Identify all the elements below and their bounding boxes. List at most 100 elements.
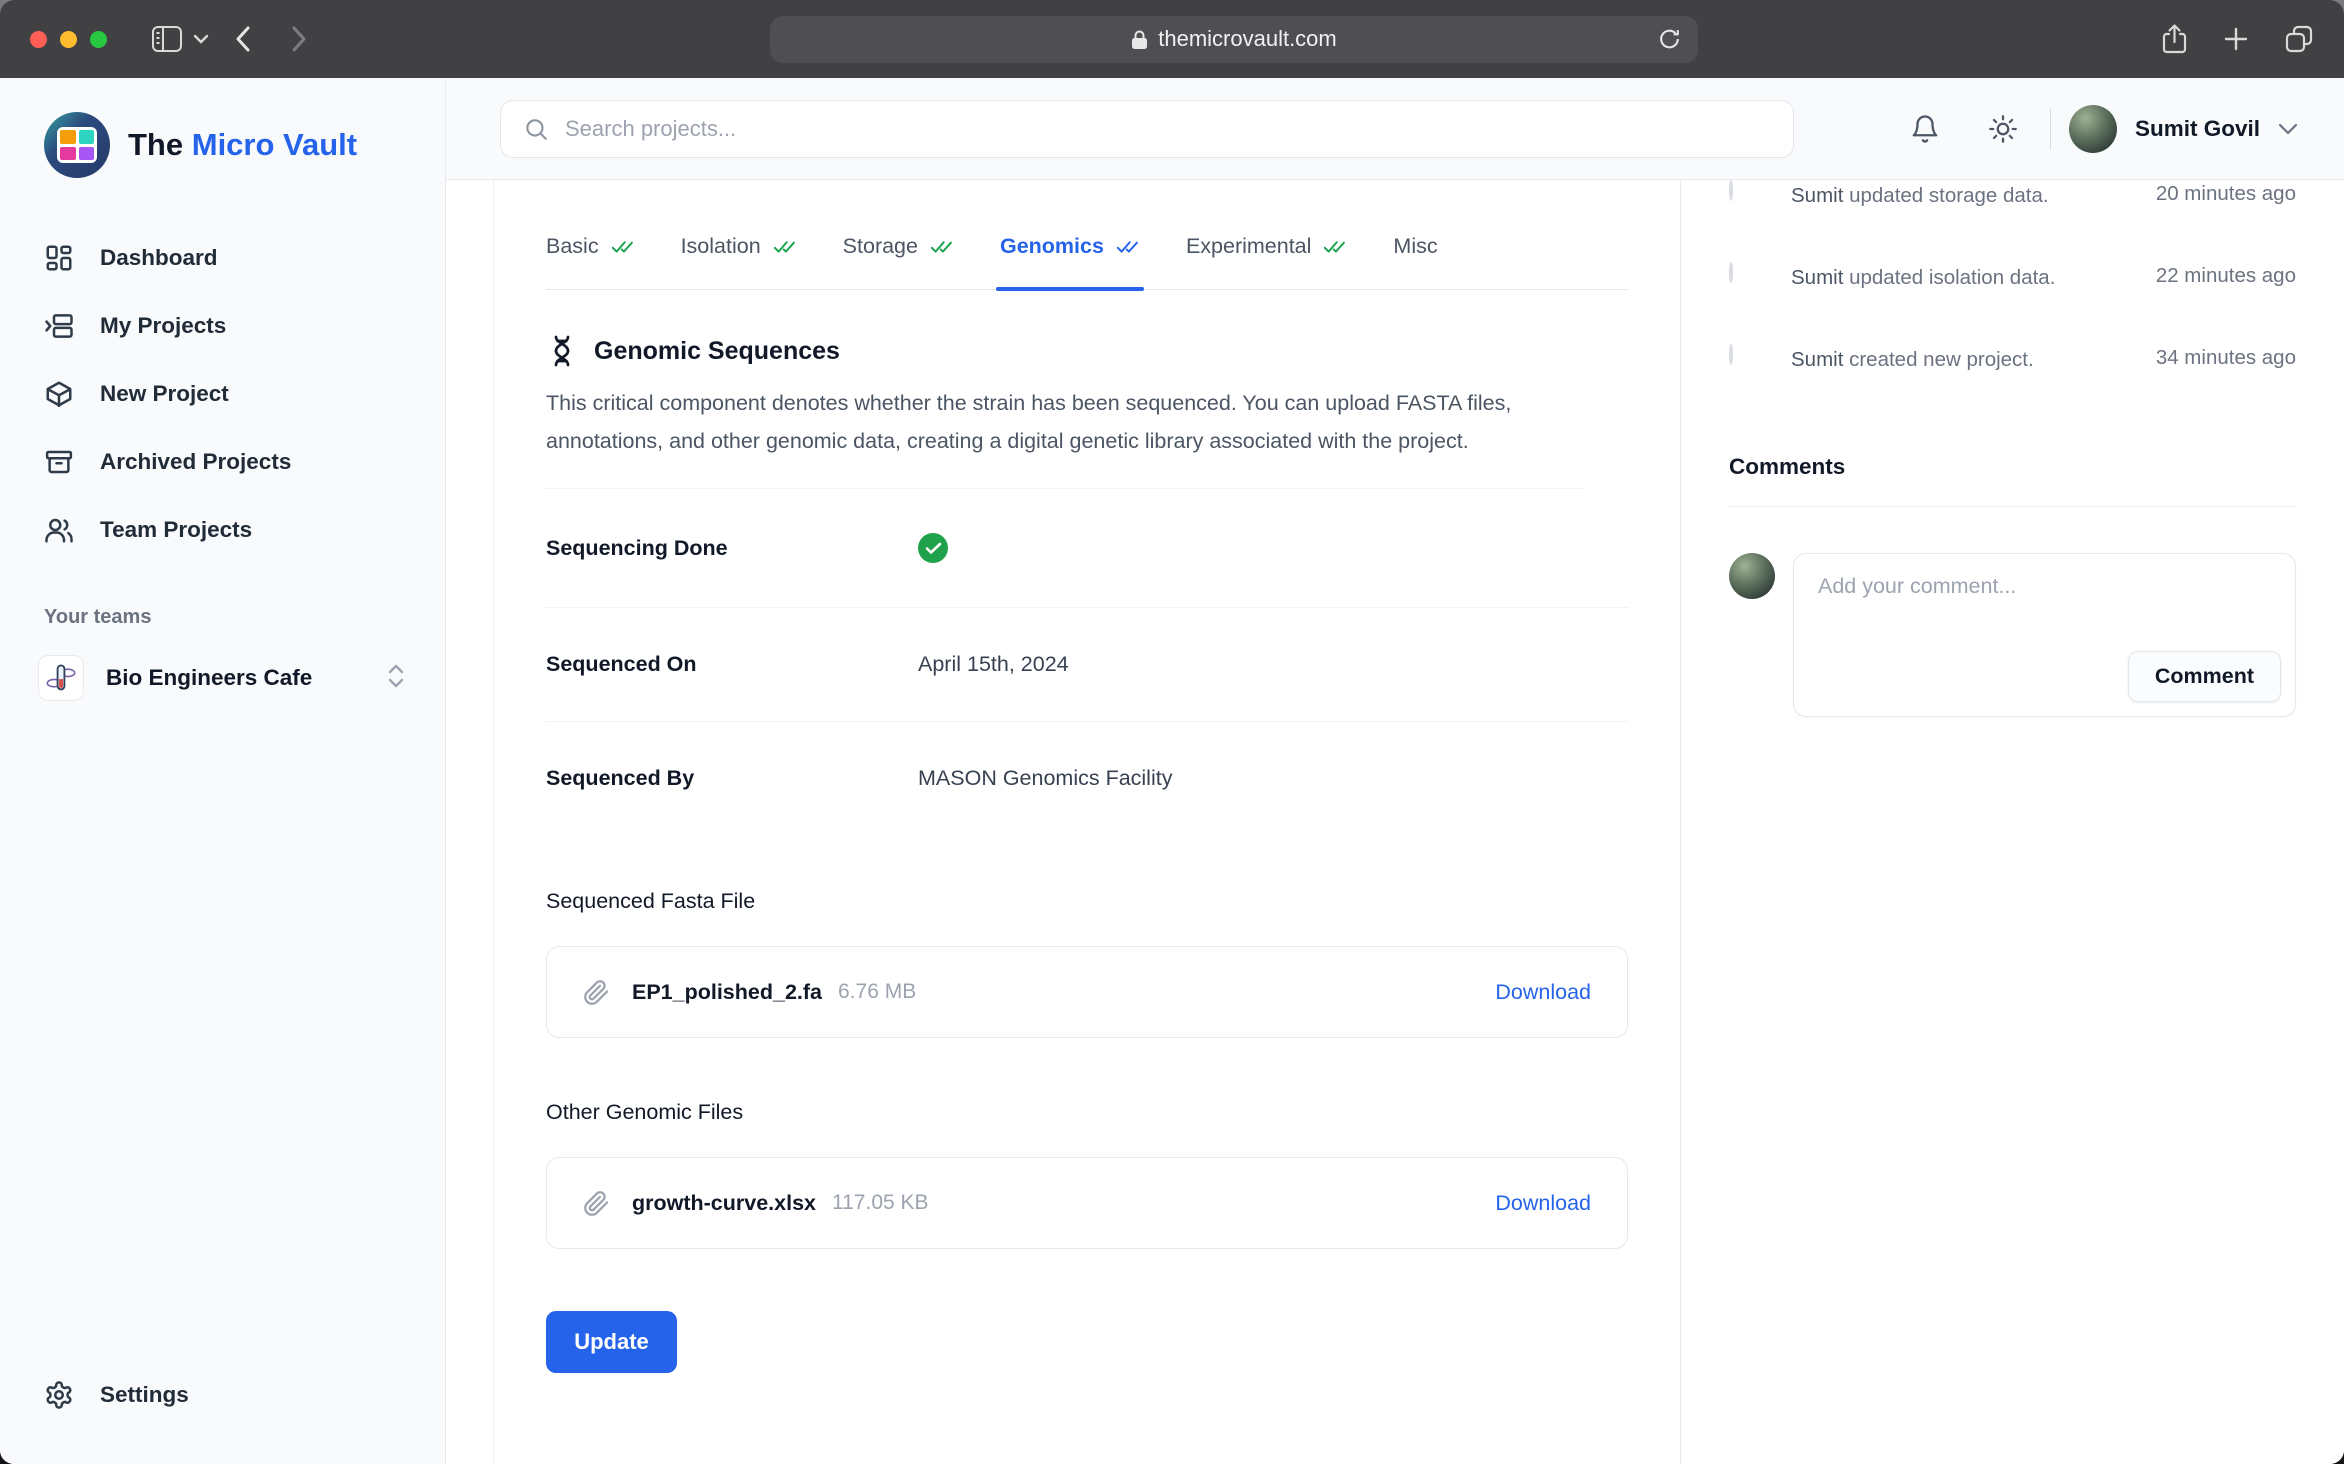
field-sequenced-by: Sequenced By MASON Genomics Facility (546, 722, 1628, 835)
tab-basic[interactable]: Basic (546, 234, 635, 289)
sidebar-item-label: Dashboard (100, 245, 218, 270)
paperclip-icon (584, 979, 609, 1005)
sidebar-item-label: Archived Projects (100, 449, 292, 474)
sidebar: The Micro Vault Dashboard My Projects Ne… (0, 78, 446, 1464)
sidebar-item-dashboard[interactable]: Dashboard (0, 224, 445, 292)
dna-icon (554, 335, 570, 367)
main-content: Basic Isolation Storage Genomics Experim… (446, 180, 1680, 1464)
zoom-window-button[interactable] (90, 30, 107, 48)
app-header: Sumit Govil (446, 78, 2344, 180)
file-name: EP1_polished_2.fa (632, 979, 822, 1004)
tab-overview-icon[interactable] (2284, 24, 2314, 54)
commenter-avatar (1729, 553, 1775, 599)
tab-experimental[interactable]: Experimental (1186, 234, 1347, 289)
theme-toggle-sun-icon[interactable] (1964, 114, 2042, 144)
user-menu[interactable]: Sumit Govil (2068, 104, 2298, 153)
team-selector[interactable]: Bio Engineers Cafe (38, 655, 407, 701)
new-tab-icon[interactable] (2222, 25, 2250, 53)
check-circle-icon (918, 533, 948, 563)
share-icon[interactable] (2161, 23, 2188, 55)
activity-time: 34 minutes ago (2155, 346, 2296, 369)
activity-item: Sumit created new project. 34 minutes ag… (1729, 336, 2296, 418)
comment-box: Comment (1793, 553, 2296, 717)
team-switch-icon[interactable] (385, 661, 407, 696)
activity-time: 22 minutes ago (2155, 264, 2296, 287)
file-size: 6.76 MB (838, 980, 917, 1003)
double-check-icon (773, 241, 795, 253)
field-label: Sequencing Done (546, 535, 728, 560)
forward-button[interactable] (291, 26, 307, 52)
section-description: This critical component denotes whether … (546, 384, 1586, 489)
file-size: 117.05 KB (832, 1191, 929, 1214)
field-sequencing-done: Sequencing Done (546, 489, 1628, 608)
sidebar-nav: Dashboard My Projects New Project Archiv… (0, 224, 445, 564)
user-name: Sumit Govil (2134, 115, 2260, 141)
activity-text: Sumit created new project. (1791, 348, 2034, 371)
team-avatar (38, 655, 84, 701)
timeline-dot-icon (1729, 180, 1733, 201)
double-check-icon (930, 241, 952, 253)
activity-text: Sumit updated storage data. (1791, 184, 2049, 207)
sidebar-item-new-project[interactable]: New Project (0, 360, 445, 428)
double-check-icon (611, 241, 633, 253)
teams-section-label: Your teams (44, 606, 152, 628)
comment-composer: Comment (1729, 553, 2296, 717)
search-input[interactable] (565, 115, 1771, 142)
close-window-button[interactable] (30, 30, 47, 48)
address-bar[interactable]: themicrovault.com (770, 15, 1698, 63)
download-link[interactable]: Download (1495, 980, 1591, 1005)
sidebar-item-archived-projects[interactable]: Archived Projects (0, 428, 445, 496)
notifications-bell-icon[interactable] (1886, 113, 1964, 145)
field-value: April 15th, 2024 (918, 652, 1069, 676)
timeline-dot-icon (1729, 262, 1733, 283)
tab-genomics[interactable]: Genomics (995, 234, 1144, 291)
section-title: Genomic Sequences (594, 336, 840, 365)
other-file-row: growth-curve.xlsx 117.05 KB Download (546, 1157, 1628, 1249)
tab-group-chevron-icon[interactable] (183, 34, 209, 44)
browser-window: themicrovault.com The Micro Vault Dashbo… (0, 0, 2344, 1464)
lock-icon (1132, 30, 1148, 49)
double-check-icon (1116, 241, 1138, 253)
gear-icon (46, 1381, 72, 1409)
search-bar[interactable] (500, 99, 1794, 158)
sidebar-item-label: New Project (100, 381, 229, 406)
field-sequenced-on: Sequenced On April 15th, 2024 (546, 608, 1628, 722)
my-projects-icon (45, 314, 73, 338)
team-name: Bio Engineers Cafe (106, 665, 313, 690)
activity-timeline: Sumit updated storage data. 20 minutes a… (1729, 180, 2296, 418)
fasta-file-row: EP1_polished_2.fa 6.76 MB Download (546, 946, 1628, 1038)
sidebar-item-label: Settings (100, 1382, 189, 1407)
download-link[interactable]: Download (1495, 1191, 1591, 1216)
brand: The Micro Vault (0, 106, 445, 184)
sidebar-item-settings[interactable]: Settings (0, 1362, 445, 1428)
archive-icon (45, 450, 73, 474)
field-label: Sequenced On (546, 652, 697, 676)
fasta-file-heading: Sequenced Fasta File (546, 889, 756, 913)
sidebar-item-my-projects[interactable]: My Projects (0, 292, 445, 360)
tab-misc[interactable]: Misc (1393, 234, 1437, 289)
field-label: Sequenced By (546, 766, 695, 790)
activity-text: Sumit updated isolation data. (1791, 266, 2056, 289)
tab-isolation[interactable]: Isolation (681, 234, 797, 289)
comment-input[interactable] (1794, 554, 2295, 646)
comment-submit-button[interactable]: Comment (2127, 651, 2281, 702)
tab-storage[interactable]: Storage (843, 234, 954, 289)
reload-icon[interactable] (1657, 26, 1682, 52)
sidebar-toggle-icon[interactable] (151, 25, 183, 53)
activity-item: Sumit updated isolation data. 22 minutes… (1729, 254, 2296, 336)
double-check-icon (1324, 241, 1346, 253)
sidebar-item-team-projects[interactable]: Team Projects (0, 496, 445, 564)
traffic-lights (30, 30, 107, 48)
form-tabs: Basic Isolation Storage Genomics Experim… (546, 180, 1628, 291)
file-name: growth-curve.xlsx (632, 1190, 816, 1215)
back-button[interactable] (235, 26, 251, 52)
dashboard-icon (46, 245, 72, 271)
activity-item: Sumit updated storage data. 20 minutes a… (1729, 180, 2296, 254)
package-icon (46, 381, 72, 408)
app-title: The Micro Vault (128, 127, 358, 162)
sidebar-item-label: Team Projects (100, 517, 253, 542)
minimize-window-button[interactable] (60, 30, 77, 48)
update-button[interactable]: Update (546, 1311, 677, 1373)
sidebar-item-label: My Projects (100, 313, 227, 338)
comments-heading: Comments (1729, 454, 2296, 507)
